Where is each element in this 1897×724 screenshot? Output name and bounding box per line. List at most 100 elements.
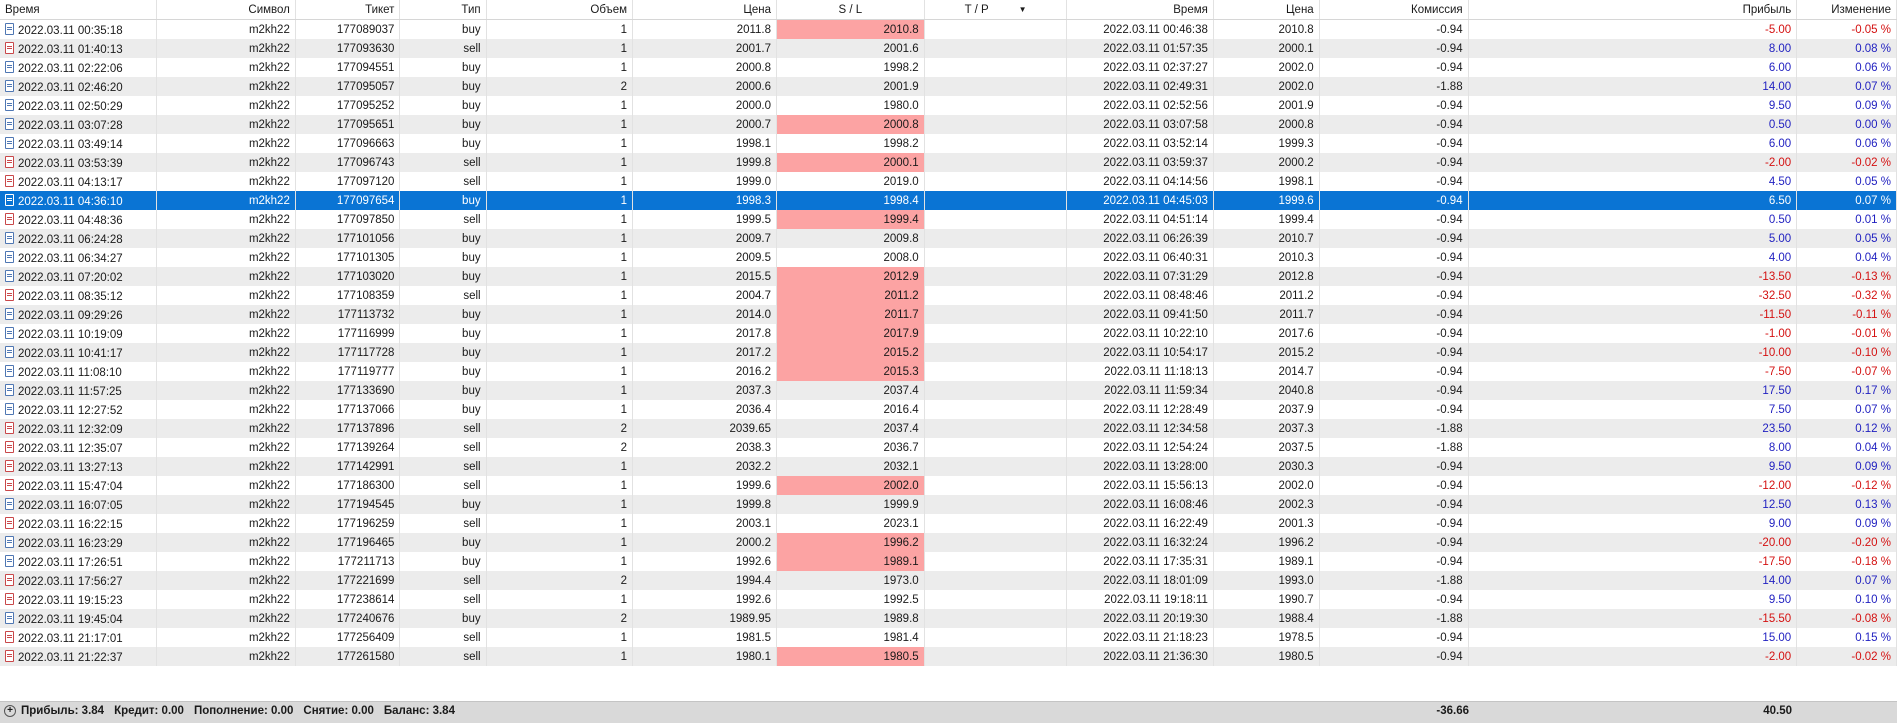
cell-profit: -11.50 xyxy=(1468,305,1798,324)
table-row[interactable]: 2022.03.11 00:35:18 m2kh22 177089037 buy 1 20… xyxy=(0,19,1897,39)
expand-plus-icon[interactable]: + xyxy=(4,705,16,717)
col-header-ticket[interactable]: Тикет xyxy=(295,0,401,20)
cell-commission: -0.94 xyxy=(1319,305,1469,324)
cell-profit: 0.50 xyxy=(1468,115,1798,134)
table-row[interactable]: 2022.03.11 11:08:10 m2kh22 177119777 buy 1 20… xyxy=(0,362,1897,381)
cell-change: -0.20 % xyxy=(1796,533,1897,552)
col-header-change[interactable]: Изменение xyxy=(1796,0,1897,20)
table-row[interactable]: 2022.03.11 10:19:09 m2kh22 177116999 buy 1 20… xyxy=(0,324,1897,343)
cell-type: buy xyxy=(399,495,487,514)
table-row[interactable]: 2022.03.11 03:53:39 m2kh22 177096743 sell 1 1… xyxy=(0,153,1897,172)
col-header-sl[interactable]: S / L xyxy=(776,0,925,20)
cell-open-time: 2022.03.11 03:53:39 xyxy=(0,153,157,172)
cell-change: -0.32 % xyxy=(1796,286,1897,305)
table-row[interactable]: 2022.03.11 12:27:52 m2kh22 177137066 buy 1 20… xyxy=(0,400,1897,419)
table-row[interactable]: 2022.03.11 01:40:13 m2kh22 177093630 sell 1 2… xyxy=(0,39,1897,58)
cell-ticket: 177096663 xyxy=(295,134,401,153)
table-row[interactable]: 2022.03.11 09:29:26 m2kh22 177113732 buy 1 20… xyxy=(0,305,1897,324)
deal-buy-icon xyxy=(5,117,14,130)
table-row[interactable]: 2022.03.11 07:20:02 m2kh22 177103020 buy 1 20… xyxy=(0,267,1897,286)
cell-ticket: 177137066 xyxy=(295,400,401,419)
table-row[interactable]: 2022.03.11 02:46:20 m2kh22 177095057 buy 2 20… xyxy=(0,77,1897,96)
cell-commission: -0.94 xyxy=(1319,39,1469,58)
col-header-volume[interactable]: Объем xyxy=(486,0,634,20)
cell-open-price: 2016.2 xyxy=(632,362,778,381)
cell-volume: 1 xyxy=(486,343,634,362)
cell-volume: 1 xyxy=(486,286,634,305)
table-row[interactable]: 2022.03.11 12:32:09 m2kh22 177137896 sell 2 2… xyxy=(0,419,1897,438)
col-header-profit[interactable]: Прибыль xyxy=(1468,0,1798,20)
table-row[interactable]: 2022.03.11 03:49:14 m2kh22 177096663 buy 1 19… xyxy=(0,134,1897,153)
cell-close-time: 2022.03.11 12:54:24 xyxy=(1066,438,1214,457)
cell-sl: 2037.4 xyxy=(776,381,925,400)
cell-commission: -0.94 xyxy=(1319,58,1469,77)
table-row[interactable]: 2022.03.11 06:24:28 m2kh22 177101056 buy 1 20… xyxy=(0,229,1897,248)
table-row[interactable]: 2022.03.11 02:50:29 m2kh22 177095252 buy 1 20… xyxy=(0,96,1897,115)
cell-symbol: m2kh22 xyxy=(156,229,296,248)
table-row[interactable]: 2022.03.11 21:22:37 m2kh22 177261580 sell 1 1… xyxy=(0,647,1897,666)
cell-ticket: 177211713 xyxy=(295,552,401,571)
cell-sl: 2016.4 xyxy=(776,400,925,419)
table-row[interactable]: 2022.03.11 10:41:17 m2kh22 177117728 buy 1 20… xyxy=(0,343,1897,362)
col-header-open-price[interactable]: Цена xyxy=(632,0,778,20)
cell-open-time-text: 2022.03.11 19:15:23 xyxy=(18,594,123,607)
cell-sl: 1980.5 xyxy=(776,647,925,666)
table-row[interactable]: 2022.03.11 16:23:29 m2kh22 177196465 buy 1 20… xyxy=(0,533,1897,552)
cell-open-time: 2022.03.11 11:57:25 xyxy=(0,381,157,400)
table-row[interactable]: 2022.03.11 15:47:04 m2kh22 177186300 sell 1 1… xyxy=(0,476,1897,495)
cell-change: 0.07 % xyxy=(1796,571,1897,590)
cell-symbol: m2kh22 xyxy=(156,590,296,609)
col-header-commission[interactable]: Комиссия xyxy=(1319,0,1469,20)
cell-sl: 2032.1 xyxy=(776,457,925,476)
table-row[interactable]: 2022.03.11 13:27:13 m2kh22 177142991 sell 1 2… xyxy=(0,457,1897,476)
cell-tp xyxy=(924,343,1068,362)
cell-volume: 1 xyxy=(486,19,634,39)
table-row[interactable]: 2022.03.11 17:56:27 m2kh22 177221699 sell 2 1… xyxy=(0,571,1897,590)
table-row[interactable]: 2022.03.11 19:45:04 m2kh22 177240676 buy 2 19… xyxy=(0,609,1897,628)
col-header-tp[interactable]: T / P ▼ xyxy=(924,0,1068,20)
cell-tp xyxy=(924,324,1068,343)
cell-ticket: 177095252 xyxy=(295,96,401,115)
table-row[interactable]: 2022.03.11 19:15:23 m2kh22 177238614 sell 1 1… xyxy=(0,590,1897,609)
table-row[interactable]: 2022.03.11 03:07:28 m2kh22 177095651 buy 1 20… xyxy=(0,115,1897,134)
total-profit: 40.50 xyxy=(1763,705,1792,717)
table-row[interactable]: 2022.03.11 12:35:07 m2kh22 177139264 sell 2 2… xyxy=(0,438,1897,457)
col-header-close-price[interactable]: Цена xyxy=(1213,0,1320,20)
cell-close-price: 1990.7 xyxy=(1213,590,1320,609)
table-row[interactable]: 2022.03.11 04:36:10 m2kh22 177097654 buy 1 19… xyxy=(0,191,1897,210)
cell-open-time-text: 2022.03.11 04:48:36 xyxy=(18,214,123,227)
cell-close-price: 2010.3 xyxy=(1213,248,1320,267)
table-row[interactable]: 2022.03.11 02:22:06 m2kh22 177094551 buy 1 20… xyxy=(0,58,1897,77)
cell-close-time: 2022.03.11 06:40:31 xyxy=(1066,248,1214,267)
cell-close-price: 2011.7 xyxy=(1213,305,1320,324)
cell-open-time: 2022.03.11 09:29:26 xyxy=(0,305,157,324)
cell-close-price: 1980.5 xyxy=(1213,647,1320,666)
table-row[interactable]: 2022.03.11 06:34:27 m2kh22 177101305 buy 1 20… xyxy=(0,248,1897,267)
cell-sl: 2015.3 xyxy=(776,362,925,381)
deal-sell-icon xyxy=(5,573,14,586)
col-header-type[interactable]: Тип xyxy=(399,0,487,20)
table-row[interactable]: 2022.03.11 04:13:17 m2kh22 177097120 sell 1 1… xyxy=(0,172,1897,191)
table-row[interactable]: 2022.03.11 16:22:15 m2kh22 177196259 sell 1 2… xyxy=(0,514,1897,533)
cell-type: sell xyxy=(399,457,487,476)
cell-sl: 1998.2 xyxy=(776,58,925,77)
table-row[interactable]: 2022.03.11 04:48:36 m2kh22 177097850 sell 1 1… xyxy=(0,210,1897,229)
cell-close-time: 2022.03.11 11:18:13 xyxy=(1066,362,1214,381)
table-row[interactable]: 2022.03.11 11:57:25 m2kh22 177133690 buy 1 20… xyxy=(0,381,1897,400)
col-header-symbol[interactable]: Символ xyxy=(156,0,296,20)
cell-type: buy xyxy=(399,134,487,153)
deal-buy-icon xyxy=(5,79,14,92)
col-header-close-time[interactable]: Время xyxy=(1066,0,1214,20)
table-row[interactable]: 2022.03.11 17:26:51 m2kh22 177211713 buy 1 19… xyxy=(0,552,1897,571)
table-row[interactable]: 2022.03.11 21:17:01 m2kh22 177256409 sell 1 1… xyxy=(0,628,1897,647)
cell-commission: -0.94 xyxy=(1319,495,1469,514)
col-header-open-time[interactable]: Время xyxy=(0,0,157,20)
table-row[interactable]: 2022.03.11 08:35:12 m2kh22 177108359 sell 1 2… xyxy=(0,286,1897,305)
cell-open-time-text: 2022.03.11 03:53:39 xyxy=(18,157,123,170)
cell-open-time: 2022.03.11 03:49:14 xyxy=(0,134,157,153)
cell-open-time-text: 2022.03.11 13:27:13 xyxy=(18,461,123,474)
cell-close-time: 2022.03.11 04:51:14 xyxy=(1066,210,1214,229)
cell-open-price: 1999.5 xyxy=(632,210,778,229)
table-row[interactable]: 2022.03.11 16:07:05 m2kh22 177194545 buy 1 19… xyxy=(0,495,1897,514)
cell-volume: 1 xyxy=(486,400,634,419)
